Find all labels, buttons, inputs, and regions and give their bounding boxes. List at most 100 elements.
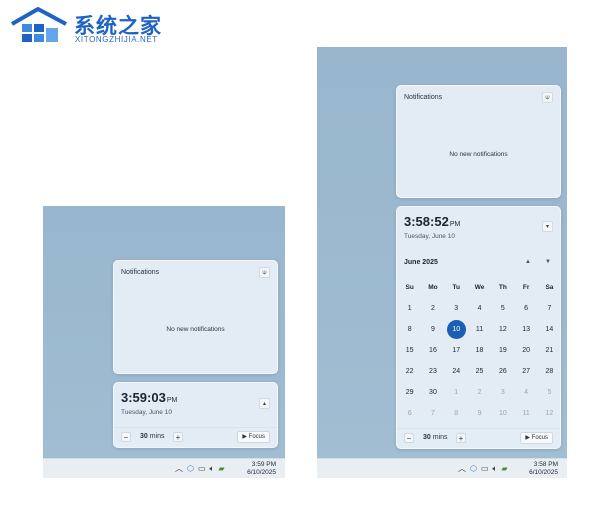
calendar-day[interactable]: 4 [468,298,491,319]
focus-increase-button[interactable]: + [456,433,466,443]
calendar-day[interactable]: 17 [445,340,468,361]
calendar-day-number: 4 [477,305,482,312]
calendar-day-number: 15 [405,347,414,354]
focus-start-button[interactable]: ▶ Focus [520,432,553,444]
calendar-day[interactable]: 29 [398,382,421,403]
taskbar-clock[interactable]: 3:59 PM 6/10/2025 [247,461,276,477]
calendar-day[interactable]: 20 [514,340,537,361]
calendar-day[interactable]: 11 [514,403,537,424]
monitor-icon[interactable]: ▭ [198,465,206,473]
calendar-day[interactable]: 13 [514,319,537,340]
calendar-day[interactable]: 26 [491,361,514,382]
calendar-day[interactable]: 9 [468,403,491,424]
calendar-day[interactable]: 16 [421,340,444,361]
calendar-day[interactable]: 8 [398,319,421,340]
focus-start-button[interactable]: ▶ Focus [237,431,270,443]
calendar-day[interactable]: 18 [468,340,491,361]
calendar-day[interactable]: 1 [398,298,421,319]
calendar-day-number: 3 [454,305,459,312]
weekday-header: Th [498,284,507,291]
calendar-day-number: 7 [430,410,435,417]
calendar-day-number: 2 [477,389,482,396]
calendar-day[interactable]: 27 [514,361,537,382]
calendar-day[interactable]: 5 [538,382,561,403]
clock-time: 3:59:03PM [121,390,177,405]
calendar-day[interactable]: 15 [398,340,421,361]
focus-duration-value: 30 [140,433,148,440]
calendar-day[interactable]: 8 [445,403,468,424]
calendar-month[interactable]: June 2025 [404,259,438,266]
calendar-day[interactable]: 23 [421,361,444,382]
weekday-header: Tu [452,284,460,291]
calendar-day-today[interactable]: 10 [445,319,468,340]
calendar-day[interactable]: 10 [491,403,514,424]
calendar-day[interactable]: 9 [421,319,444,340]
calendar-day[interactable]: 25 [468,361,491,382]
left-desktop: Notifications ⍦ No new notifications 3:5… [43,206,285,478]
calendar-day[interactable]: 3 [491,382,514,403]
calendar-day[interactable]: 6 [514,298,537,319]
calendar-day[interactable]: 4 [514,382,537,403]
volume-icon[interactable]: 🔈︎ [210,465,215,473]
clock-date: Tuesday, June 10 [121,409,172,416]
calendar-day-number: 28 [545,368,554,375]
calendar-day-number: 23 [429,368,437,375]
cube-icon[interactable]: ⬡ [187,465,194,473]
calendar-next-icon[interactable]: ▼ [545,259,551,265]
clock-date: Tuesday, June 10 [404,233,455,240]
calendar-day-number: 10 [498,410,507,417]
calendar-day-number: 25 [475,368,484,375]
calendar-day[interactable]: 7 [538,298,561,319]
calendar-day[interactable]: 12 [538,403,561,424]
left-notifications-card: Notifications ⍦ No new notifications [113,260,278,374]
chevron-down-icon[interactable]: ▾ [542,221,553,232]
focus-duration-unit: mins [149,433,165,440]
calendar-day[interactable]: 2 [421,298,444,319]
taskbar-clock[interactable]: 3:58 PM 6/10/2025 [529,461,558,477]
calendar-day[interactable]: 6 [398,403,421,424]
system-tray: ︿ ⬡ ▭ 🔈︎ ▰ [458,459,508,479]
clock-ampm: PM [449,221,461,228]
calendar-day[interactable]: 12 [491,319,514,340]
monitor-icon[interactable]: ▭ [481,465,489,473]
calendar-day-number: 6 [524,305,529,312]
calendar-day-number: 11 [475,326,484,333]
battery-icon[interactable]: ▰ [218,465,224,473]
calendar-day[interactable]: 11 [468,319,491,340]
calendar-day-number: 2 [430,305,435,312]
calendar-day[interactable]: 24 [445,361,468,382]
focus-increase-button[interactable]: + [173,432,183,442]
calendar-day[interactable]: 22 [398,361,421,382]
weekday-header: We [474,284,485,291]
house-logo-icon [11,7,67,42]
chevron-up-icon[interactable]: ▴ [259,398,270,409]
weekday-header: Fr [522,284,530,291]
calendar-day[interactable]: 14 [538,319,561,340]
chevron-up-icon[interactable]: ︿ [175,465,183,473]
focus-button-label: Focus [531,435,548,441]
volume-icon[interactable]: 🔈︎ [493,465,498,473]
calendar-prev-icon[interactable]: ▲ [525,259,531,265]
calendar-day[interactable]: 28 [538,361,561,382]
focus-decrease-button[interactable]: − [404,433,414,443]
focus-decrease-button[interactable]: − [121,432,131,442]
battery-icon[interactable]: ▰ [501,465,507,473]
calendar-day-number: 22 [405,368,414,375]
notification-bell-icon[interactable]: ⍦ [542,92,553,103]
notifications-title: Notifications [121,269,160,276]
calendar-day[interactable]: 30 [421,382,444,403]
calendar-day[interactable]: 19 [491,340,514,361]
calendar-day[interactable]: 2 [468,382,491,403]
calendar-day[interactable]: 21 [538,340,561,361]
calendar-day[interactable]: 3 [445,298,468,319]
chevron-up-icon[interactable]: ︿ [458,465,466,473]
calendar-day[interactable]: 7 [421,403,444,424]
calendar-day-number: 1 [454,389,459,396]
calendar-day[interactable]: 1 [445,382,468,403]
calendar-day-number: 17 [452,347,461,354]
calendar-day[interactable]: 5 [491,298,514,319]
notification-bell-icon[interactable]: ⍦ [259,267,270,278]
cube-icon[interactable]: ⬡ [470,465,477,473]
clock-ampm: PM [166,397,178,404]
calendar-day-number: 12 [545,410,554,417]
